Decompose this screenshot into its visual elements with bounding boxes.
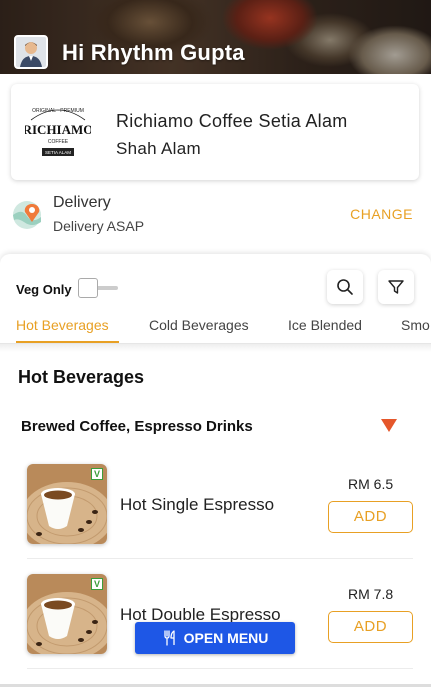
- app-page: Hi Rhythm Gupta ORIGINAL · PREMIUM RICHI…: [0, 0, 431, 687]
- greeting-text: Hi Rhythm Gupta: [62, 40, 245, 65]
- item-divider: [27, 668, 413, 669]
- item-price: RM 7.8: [348, 586, 394, 602]
- user-avatar-icon[interactable]: [14, 35, 48, 69]
- veg-badge-icon: V: [91, 578, 103, 590]
- filter-button[interactable]: [378, 270, 414, 304]
- collapse-arrow-icon[interactable]: [381, 419, 397, 432]
- store-area: Shah Alam: [116, 139, 201, 158]
- veg-only-toggle[interactable]: [78, 278, 120, 298]
- delivery-time: Delivery ASAP: [53, 218, 145, 234]
- open-menu-button[interactable]: OPEN MENU: [135, 622, 295, 654]
- veg-toggle-knob: [78, 278, 98, 298]
- store-logo: ORIGINAL · PREMIUM RICHIAMO COFFEE SETIA…: [23, 98, 93, 164]
- tab-cold-beverages[interactable]: Cold Beverages: [149, 317, 249, 333]
- store-name: Richiamo Coffee Setia Alam: [116, 111, 348, 131]
- search-icon: [337, 279, 353, 295]
- store-card[interactable]: ORIGINAL · PREMIUM RICHIAMO COFFEE SETIA…: [11, 84, 419, 180]
- logo-wordmark: RICHIAMO: [25, 122, 91, 137]
- open-menu-label: OPEN MENU: [183, 630, 269, 646]
- add-button[interactable]: ADD: [328, 611, 413, 643]
- tab-hot-beverages[interactable]: Hot Beverages: [16, 317, 109, 333]
- menu-item: V Hot Single Espresso RM 6.5 ADD: [0, 464, 431, 574]
- item-price: RM 6.5: [348, 476, 394, 492]
- cutlery-icon: [163, 630, 175, 646]
- category-tabs: Hot Beverages Cold Beverages Ice Blended…: [0, 314, 431, 344]
- logo-sub-text: COFFEE: [48, 139, 69, 145]
- delivery-mode: Delivery: [53, 194, 111, 211]
- add-button[interactable]: ADD: [328, 501, 413, 533]
- active-tab-indicator: [16, 341, 119, 343]
- location-pin-icon: [12, 200, 42, 230]
- tab-ice-blended[interactable]: Ice Blended: [288, 317, 362, 333]
- subsection-title[interactable]: Brewed Coffee, Espresso Drinks: [21, 418, 253, 435]
- change-delivery-button[interactable]: CHANGE: [350, 206, 413, 222]
- logo-top-text: ORIGINAL · PREMIUM: [32, 108, 84, 114]
- tab-smoothies[interactable]: Smo: [401, 317, 430, 333]
- tabs-shadow: [0, 344, 431, 352]
- logo-bottom-text: SETIA ALAM: [45, 150, 71, 155]
- filter-icon: [388, 280, 404, 294]
- section-title: Hot Beverages: [18, 367, 145, 387]
- veg-badge-icon: V: [91, 468, 103, 480]
- item-divider: [27, 558, 413, 559]
- item-image[interactable]: V: [27, 574, 107, 654]
- item-image[interactable]: V: [27, 464, 107, 544]
- veg-only-label: Veg Only: [16, 282, 72, 297]
- item-name: Hot Single Espresso: [120, 495, 275, 514]
- search-button[interactable]: [327, 270, 363, 304]
